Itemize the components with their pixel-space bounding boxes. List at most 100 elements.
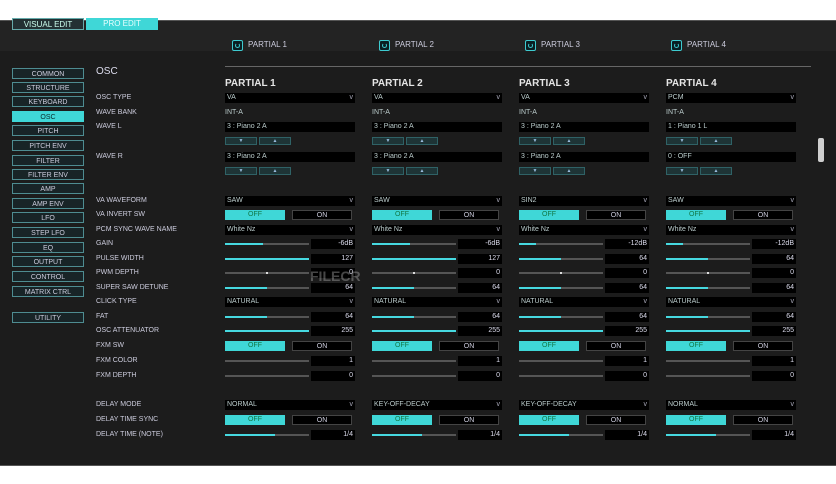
partial2-fxm-sw-off[interactable]: OFF — [372, 341, 432, 351]
partial1-super-saw-detune-value[interactable]: 64 — [311, 283, 355, 293]
partial3-super-saw-detune-slider[interactable] — [519, 287, 603, 289]
partial4-super-saw-detune-slider[interactable] — [666, 287, 750, 289]
partial4-pulse-width-slider[interactable] — [666, 258, 750, 260]
partial3-wave-l-up-button[interactable]: ▲ — [553, 137, 585, 145]
partial1-pwm-depth-slider[interactable] — [225, 272, 309, 274]
partial2-va-waveform-select[interactable]: SAW v — [372, 196, 502, 206]
partial3-delay-time-slider[interactable] — [519, 434, 603, 436]
partial4-fat-slider[interactable] — [666, 316, 750, 318]
partial4-osc-type-select[interactable]: PCM v — [666, 93, 796, 103]
partial1-delay-time-sync-on[interactable]: ON — [292, 415, 352, 425]
scrollbar-track[interactable] — [818, 70, 824, 460]
partial3-pulse-width-slider[interactable] — [519, 258, 603, 260]
partial2-fxm-depth-value[interactable]: 0 — [458, 371, 502, 381]
partial2-delay-time-value[interactable]: 1/4 — [458, 430, 502, 440]
partial1-wave-r-down-button[interactable]: ▼ — [225, 167, 257, 175]
power-icon[interactable] — [232, 39, 243, 51]
partial3-fxm-depth-slider[interactable] — [519, 375, 603, 377]
partial4-delay-time-slider[interactable] — [666, 434, 750, 436]
partial4-fat-value[interactable]: 64 — [752, 312, 796, 322]
partial1-va-invert-off[interactable]: OFF — [225, 210, 285, 220]
partial3-wave-r[interactable]: 3 : Piano 2 A — [519, 152, 649, 162]
partial2-va-invert-on[interactable]: ON — [439, 210, 499, 220]
partial1-delay-time-sync-off[interactable]: OFF — [225, 415, 285, 425]
partial4-pulse-width-value[interactable]: 64 — [752, 254, 796, 264]
partial1-delay-time-slider[interactable] — [225, 434, 309, 436]
partial2-click-type-select[interactable]: NATURAL v — [372, 297, 502, 307]
pro-edit-button[interactable]: PRO EDIT — [86, 18, 158, 30]
partial1-gain-value[interactable]: -6dB — [311, 239, 355, 249]
sidebar-item-common[interactable]: COMMON — [12, 68, 84, 79]
partial4-fxm-sw-off[interactable]: OFF — [666, 341, 726, 351]
partial2-osc-type-select[interactable]: VA v — [372, 93, 502, 103]
power-icon[interactable] — [671, 39, 682, 51]
partial2-delay-time-sync-off[interactable]: OFF — [372, 415, 432, 425]
partial4-pwm-depth-slider[interactable] — [666, 272, 750, 274]
partial3-fxm-color-slider[interactable] — [519, 360, 603, 362]
partial4-fxm-sw-on[interactable]: ON — [733, 341, 793, 351]
partial2-wave-r[interactable]: 3 : Piano 2 A — [372, 152, 502, 162]
scrollbar-thumb[interactable] — [818, 138, 824, 162]
partial4-fxm-depth-value[interactable]: 0 — [752, 371, 796, 381]
partial3-click-type-select[interactable]: NATURAL v — [519, 297, 649, 307]
partial1-va-waveform-select[interactable]: SAW v — [225, 196, 355, 206]
partial3-pcm-sync-select[interactable]: White Nz v — [519, 225, 649, 235]
partial1-wave-r-up-button[interactable]: ▲ — [259, 167, 291, 175]
partial1-wave-l[interactable]: 3 : Piano 2 A — [225, 122, 355, 132]
partial1-fxm-color-slider[interactable] — [225, 360, 309, 362]
partial3-va-invert-off[interactable]: OFF — [519, 210, 579, 220]
sidebar-item-pitch-env[interactable]: PITCH ENV — [12, 140, 84, 151]
sidebar-item-keyboard[interactable]: KEYBOARD — [12, 96, 84, 107]
partial2-osc-attenuator-slider[interactable] — [372, 330, 456, 332]
partial1-click-type-select[interactable]: NATURAL v — [225, 297, 355, 307]
partial1-super-saw-detune-slider[interactable] — [225, 287, 309, 289]
power-icon[interactable] — [525, 39, 536, 51]
partial3-super-saw-detune-value[interactable]: 64 — [605, 283, 649, 293]
partial2-delay-time-slider[interactable] — [372, 434, 456, 436]
tab-partial-3[interactable]: PARTIAL 3 — [525, 38, 580, 52]
partial1-fxm-sw-on[interactable]: ON — [292, 341, 352, 351]
partial2-fxm-depth-slider[interactable] — [372, 375, 456, 377]
partial4-click-type-select[interactable]: NATURAL v — [666, 297, 796, 307]
partial2-pwm-depth-slider-handle[interactable] — [413, 272, 415, 274]
partial3-delay-mode-select[interactable]: KEY-OFF-DECAY v — [519, 400, 649, 410]
partial4-delay-time-sync-on[interactable]: ON — [733, 415, 793, 425]
partial3-pulse-width-value[interactable]: 64 — [605, 254, 649, 264]
sidebar-item-amp[interactable]: AMP — [12, 183, 84, 194]
partial1-osc-attenuator-value[interactable]: 255 — [311, 326, 355, 336]
sidebar-item-pitch[interactable]: PITCH — [12, 125, 84, 136]
partial3-delay-time-value[interactable]: 1/4 — [605, 430, 649, 440]
partial3-fxm-depth-value[interactable]: 0 — [605, 371, 649, 381]
sidebar-item-output[interactable]: OUTPUT — [12, 256, 84, 267]
partial3-gain-value[interactable]: -12dB — [605, 239, 649, 249]
partial4-delay-time-sync-off[interactable]: OFF — [666, 415, 726, 425]
partial4-super-saw-detune-value[interactable]: 64 — [752, 283, 796, 293]
power-icon[interactable] — [379, 39, 390, 51]
partial3-osc-attenuator-value[interactable]: 255 — [605, 326, 649, 336]
partial4-va-invert-off[interactable]: OFF — [666, 210, 726, 220]
partial4-wave-r-down-button[interactable]: ▼ — [666, 167, 698, 175]
partial4-fxm-color-value[interactable]: 1 — [752, 356, 796, 366]
partial4-wave-l[interactable]: 1 : Piano 1 L — [666, 122, 796, 132]
partial3-delay-time-sync-on[interactable]: ON — [586, 415, 646, 425]
partial3-pwm-depth-value[interactable]: 0 — [605, 268, 649, 278]
partial3-wave-l-down-button[interactable]: ▼ — [519, 137, 551, 145]
partial4-wave-l-down-button[interactable]: ▼ — [666, 137, 698, 145]
partial4-gain-value[interactable]: -12dB — [752, 239, 796, 249]
partial2-gain-value[interactable]: -6dB — [458, 239, 502, 249]
partial2-wave-r-down-button[interactable]: ▼ — [372, 167, 404, 175]
partial1-osc-type-select[interactable]: VA v — [225, 93, 355, 103]
partial1-fxm-depth-slider[interactable] — [225, 375, 309, 377]
partial4-wave-l-up-button[interactable]: ▲ — [700, 137, 732, 145]
partial3-wave-r-down-button[interactable]: ▼ — [519, 167, 551, 175]
partial3-wave-l[interactable]: 3 : Piano 2 A — [519, 122, 649, 132]
partial2-va-invert-off[interactable]: OFF — [372, 210, 432, 220]
partial3-pwm-depth-slider[interactable] — [519, 272, 603, 274]
sidebar-item-step-lfo[interactable]: STEP LFO — [12, 227, 84, 238]
tab-partial-2[interactable]: PARTIAL 2 — [379, 38, 434, 52]
partial1-pcm-sync-select[interactable]: White Nz v — [225, 225, 355, 235]
partial2-super-saw-detune-slider[interactable] — [372, 287, 456, 289]
sidebar-item-structure[interactable]: STRUCTURE — [12, 82, 84, 93]
partial3-osc-attenuator-slider[interactable] — [519, 330, 603, 332]
partial2-wave-l-down-button[interactable]: ▼ — [372, 137, 404, 145]
